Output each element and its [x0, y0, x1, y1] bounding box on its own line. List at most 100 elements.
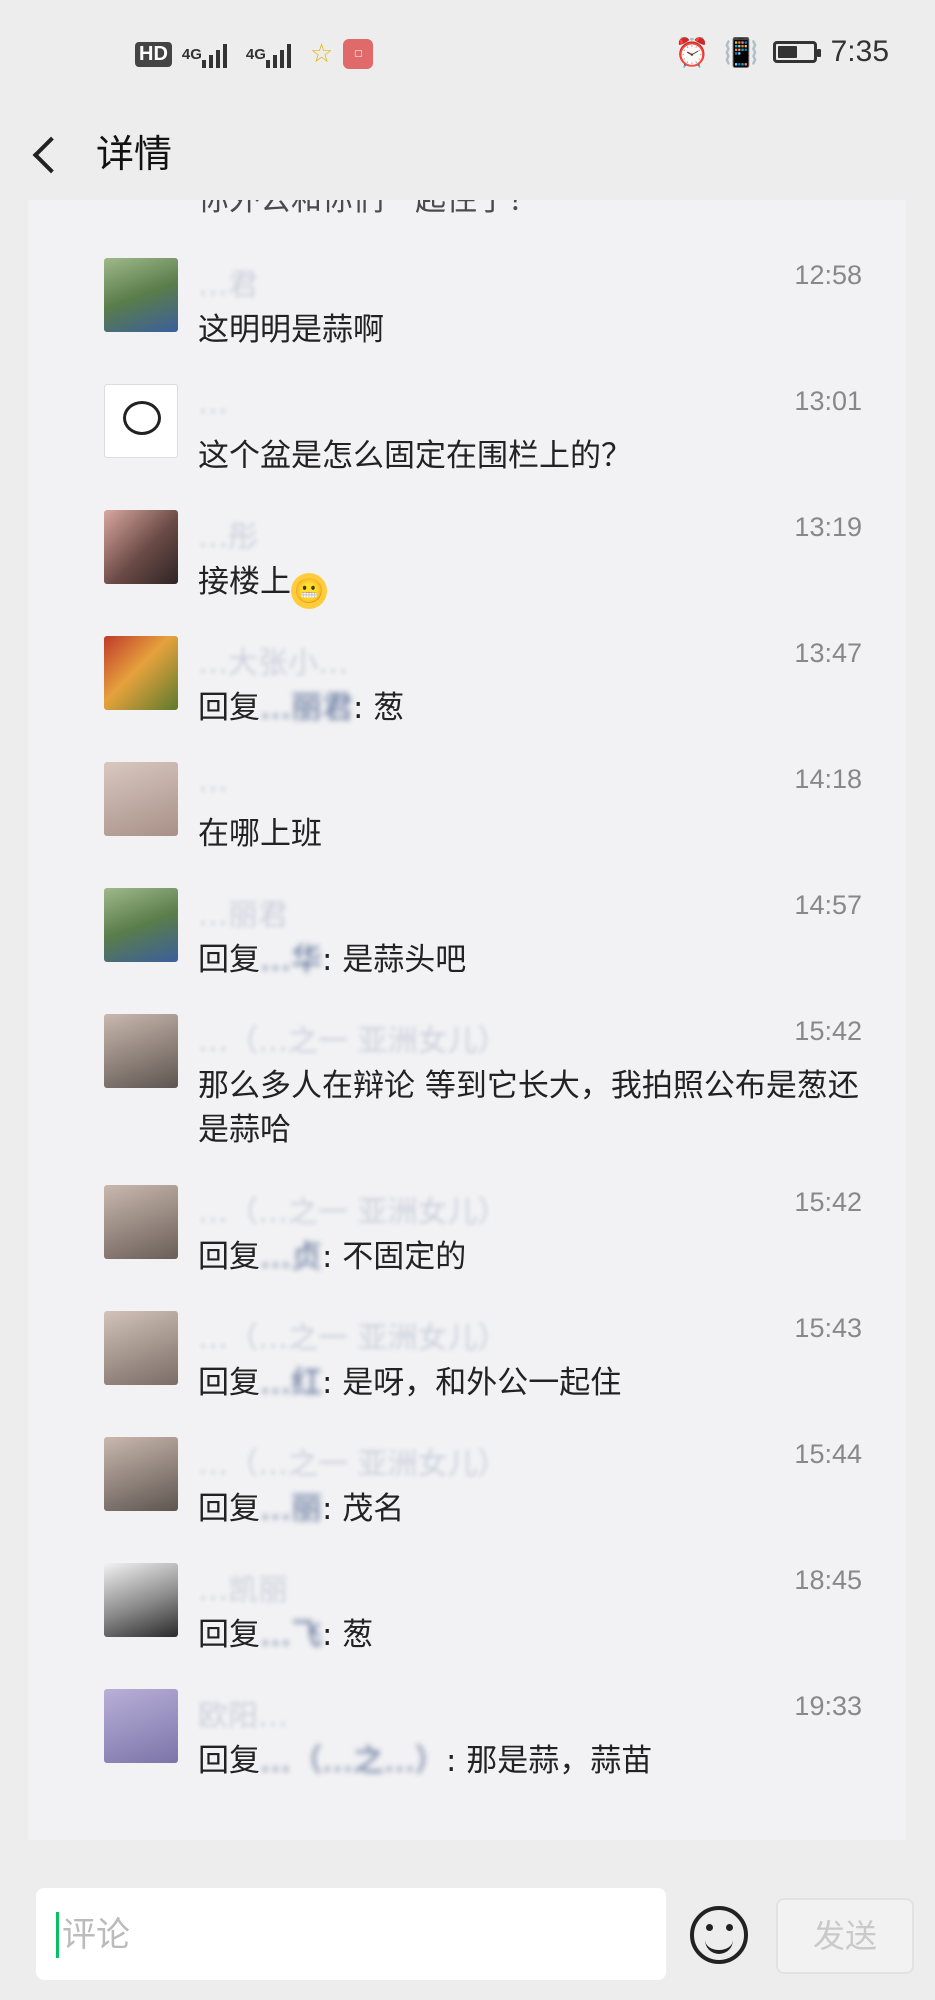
commenter-name[interactable]: …君: [198, 260, 258, 304]
vibrate-icon: 📳: [723, 36, 759, 68]
page-title: 详情: [96, 132, 173, 176]
comment-input-bar: 评论 发送: [0, 1868, 935, 2000]
app-notification-icon: ▢: [343, 39, 374, 69]
comment-text-content: : 那是蒜，蒜苗: [446, 1743, 653, 1779]
comment-text: 回复…（…之…）: 那是蒜，蒜苗: [198, 1739, 878, 1783]
send-button[interactable]: 发送: [776, 1898, 914, 1974]
comment-time: 15:42: [794, 1016, 862, 1046]
reply-prefix: 回复: [198, 690, 260, 726]
comment-text-content: : 茂名: [322, 1491, 405, 1527]
reply-prefix: 回复: [198, 1617, 260, 1653]
signal-icon-1: 4G: [181, 43, 236, 68]
avatar[interactable]: [104, 762, 178, 836]
avatar[interactable]: [104, 510, 178, 584]
reply-to-name[interactable]: …华: [260, 942, 322, 978]
reply-to-name[interactable]: …丽: [260, 1491, 322, 1527]
commenter-name[interactable]: …（…之一 亚洲女儿）: [198, 1187, 508, 1231]
comment-item[interactable]: …（…之一 亚洲女儿） 15:42 回复…贞: 不固定的: [28, 1185, 906, 1285]
battery-level: [777, 46, 797, 58]
comment-text-content: : 是呀，和外公一起住: [322, 1365, 622, 1401]
comment-text: 回复…飞: 葱: [198, 1613, 878, 1657]
signal-bars-2: [265, 40, 291, 68]
avatar[interactable]: [104, 888, 178, 962]
comment-time: 14:57: [794, 890, 862, 920]
commenter-name[interactable]: …丽君: [198, 890, 288, 934]
alarm-icon: ⏰: [674, 36, 710, 68]
comment-time: 18:45: [794, 1565, 862, 1595]
commenter-name[interactable]: …: [198, 386, 228, 421]
comment-item[interactable]: … 13:01 这个盆是怎么固定在围栏上的？: [28, 384, 906, 484]
comment-time: 15:42: [794, 1187, 862, 1217]
status-time: 7:35: [830, 35, 889, 68]
reply-prefix: 回复: [198, 1365, 260, 1401]
comment-text: 接楼上 😬: [198, 560, 878, 609]
comment-text: 回复…丽: 茂名: [198, 1487, 878, 1531]
network-type-1: 4G: [181, 45, 202, 63]
comment-text: 这个盆是怎么固定在围栏上的？: [198, 438, 632, 474]
hd-icon: HD: [135, 41, 172, 67]
commenter-name[interactable]: …（…之一 亚洲女儿）: [198, 1016, 508, 1060]
comment-item[interactable]: …丽君 14:57 回复…华: 是蒜头吧: [28, 888, 906, 988]
comment-item[interactable]: … 14:18 在哪上班: [28, 762, 906, 862]
commenter-name[interactable]: …（…之一 亚洲女儿）: [198, 1313, 508, 1357]
text-cursor: [56, 1912, 59, 1958]
reply-prefix: 回复: [198, 1239, 260, 1275]
comment-list[interactable]: 你外公和你们一起住了？ …君 12:58 这明明是蒜啊 … 13:01 这个盆是…: [28, 200, 906, 1840]
reply-prefix: 回复: [198, 1491, 260, 1527]
avatar[interactable]: [104, 1563, 178, 1637]
avatar[interactable]: [104, 384, 178, 458]
reply-to-name[interactable]: …贞: [260, 1239, 322, 1275]
commenter-name[interactable]: …大张小…: [198, 638, 348, 682]
comment-item[interactable]: …（…之一 亚洲女儿） 15:42 那么多人在辩论 等到它长大，我拍照公布是葱还…: [28, 1014, 906, 1164]
comment-text: 在哪上班: [198, 816, 322, 852]
top-bar: 详情: [0, 110, 935, 200]
comment-item[interactable]: …（…之一 亚洲女儿） 15:43 回复…红: 是呀，和外公一起住: [28, 1311, 906, 1411]
comment-time: 15:43: [794, 1313, 862, 1343]
dog-face-icon: [123, 401, 161, 435]
comment-time: 13:19: [794, 512, 862, 542]
comment-text-content: : 葱: [322, 1617, 374, 1653]
commenter-name[interactable]: …（…之一 亚洲女儿）: [198, 1439, 508, 1483]
comment-item[interactable]: 欧阳… 19:33 回复…（…之…）: 那是蒜，蒜苗: [28, 1689, 906, 1829]
commenter-name[interactable]: …凯丽: [198, 1565, 288, 1609]
avatar[interactable]: [104, 636, 178, 710]
comment-input-placeholder: 评论: [62, 1915, 130, 1955]
reply-to-name[interactable]: …飞: [260, 1617, 322, 1653]
comment-item[interactable]: …彤 13:19 接楼上 😬: [28, 510, 906, 610]
comment-text: 回复…丽君: 葱: [198, 686, 878, 730]
avatar[interactable]: [104, 1311, 178, 1385]
comment-item[interactable]: …大张小… 13:47 回复…丽君: 葱: [28, 636, 906, 736]
comment-text: 那么多人在辩论 等到它长大，我拍照公布是葱还是蒜哈: [198, 1068, 859, 1148]
commenter-name[interactable]: …: [198, 764, 228, 799]
reply-prefix: 回复: [198, 1743, 260, 1779]
emoji-picker-icon[interactable]: [690, 1906, 748, 1964]
comment-text: 这明明是蒜啊: [198, 312, 384, 348]
battery-icon: [772, 41, 821, 63]
commenter-name[interactable]: 欧阳…: [198, 1691, 288, 1735]
comment-item[interactable]: …君 12:58 这明明是蒜啊: [28, 258, 906, 358]
comment-input[interactable]: 评论: [36, 1888, 666, 1980]
comment-item[interactable]: …凯丽 18:45 回复…飞: 葱: [28, 1563, 906, 1663]
avatar[interactable]: [104, 1185, 178, 1259]
star-icon: ☆: [309, 39, 334, 69]
avatar[interactable]: [104, 258, 178, 332]
back-arrow-icon[interactable]: [26, 124, 76, 184]
reply-to-name[interactable]: …红: [260, 1365, 322, 1401]
status-right-icons: ⏰ 📳 7:35: [675, 32, 889, 72]
comment-text: 回复…红: 是呀，和外公一起住: [198, 1361, 878, 1405]
comment-text-content: 接楼上: [198, 564, 291, 600]
comment-text: 回复…贞: 不固定的: [198, 1235, 878, 1279]
comment-item[interactable]: …（…之一 亚洲女儿） 15:44 回复…丽: 茂名: [28, 1437, 906, 1537]
comment-text-content: : 葱: [353, 690, 405, 726]
status-bar: HD 4G 4G ☆ ▢ ⏰ 📳 7:35: [0, 0, 935, 110]
reply-prefix: 回复: [198, 942, 260, 978]
commenter-name[interactable]: …彤: [198, 512, 258, 556]
avatar[interactable]: [104, 1014, 178, 1088]
comment-time: 19:33: [794, 1691, 862, 1721]
reply-to-name[interactable]: …丽君: [260, 690, 353, 726]
network-type-2: 4G: [245, 45, 266, 63]
comment-time: 14:18: [794, 764, 862, 794]
reply-to-name[interactable]: …（…之…）: [260, 1743, 446, 1779]
avatar[interactable]: [104, 1689, 178, 1763]
avatar[interactable]: [104, 1437, 178, 1511]
